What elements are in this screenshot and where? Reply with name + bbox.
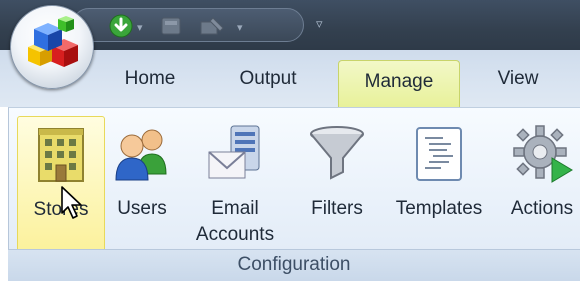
tab-home[interactable]: Home (110, 62, 190, 96)
configuration-group-label: Configuration (8, 249, 580, 281)
app-logo-icon (28, 16, 78, 67)
filters-label: Filters (311, 198, 363, 219)
quick-access-toolbar: ▾ ▾ (72, 8, 304, 42)
tools-dropdown-arrow[interactable]: ▾ (237, 21, 243, 34)
templates-icon (416, 127, 462, 181)
tab-manage[interactable]: Manage (338, 60, 460, 107)
email-accounts-label: Email Accounts (195, 198, 275, 245)
save-dropdown-arrow[interactable]: ▾ (137, 21, 143, 34)
database-icon[interactable] (159, 14, 183, 38)
customize-toolbar-icon[interactable]: ▿ (316, 16, 323, 32)
tab-view[interactable]: View (485, 62, 551, 96)
filters-button[interactable]: Filters (299, 116, 375, 256)
application-window: ▾ ▾ ▿ Home Output Manage View Stores Use… (0, 0, 580, 281)
tools-icon[interactable] (199, 14, 224, 38)
email-accounts-button[interactable]: Email Accounts (185, 116, 285, 256)
save-icon[interactable] (109, 14, 133, 38)
tab-output[interactable]: Output (218, 62, 318, 96)
actions-label: Actions (510, 198, 574, 219)
building-icon (38, 128, 84, 182)
templates-button[interactable]: Templates (389, 116, 489, 256)
users-icon (115, 129, 167, 181)
gear-play-icon (513, 125, 573, 183)
funnel-icon (310, 126, 364, 180)
actions-button[interactable]: Actions (503, 116, 580, 256)
email-accounts-icon (208, 125, 260, 179)
users-label: Users (117, 198, 167, 219)
users-button[interactable]: Users (105, 116, 179, 256)
templates-label: Templates (395, 198, 483, 219)
application-menu-button[interactable] (10, 5, 94, 89)
mouse-cursor-icon (61, 186, 82, 219)
